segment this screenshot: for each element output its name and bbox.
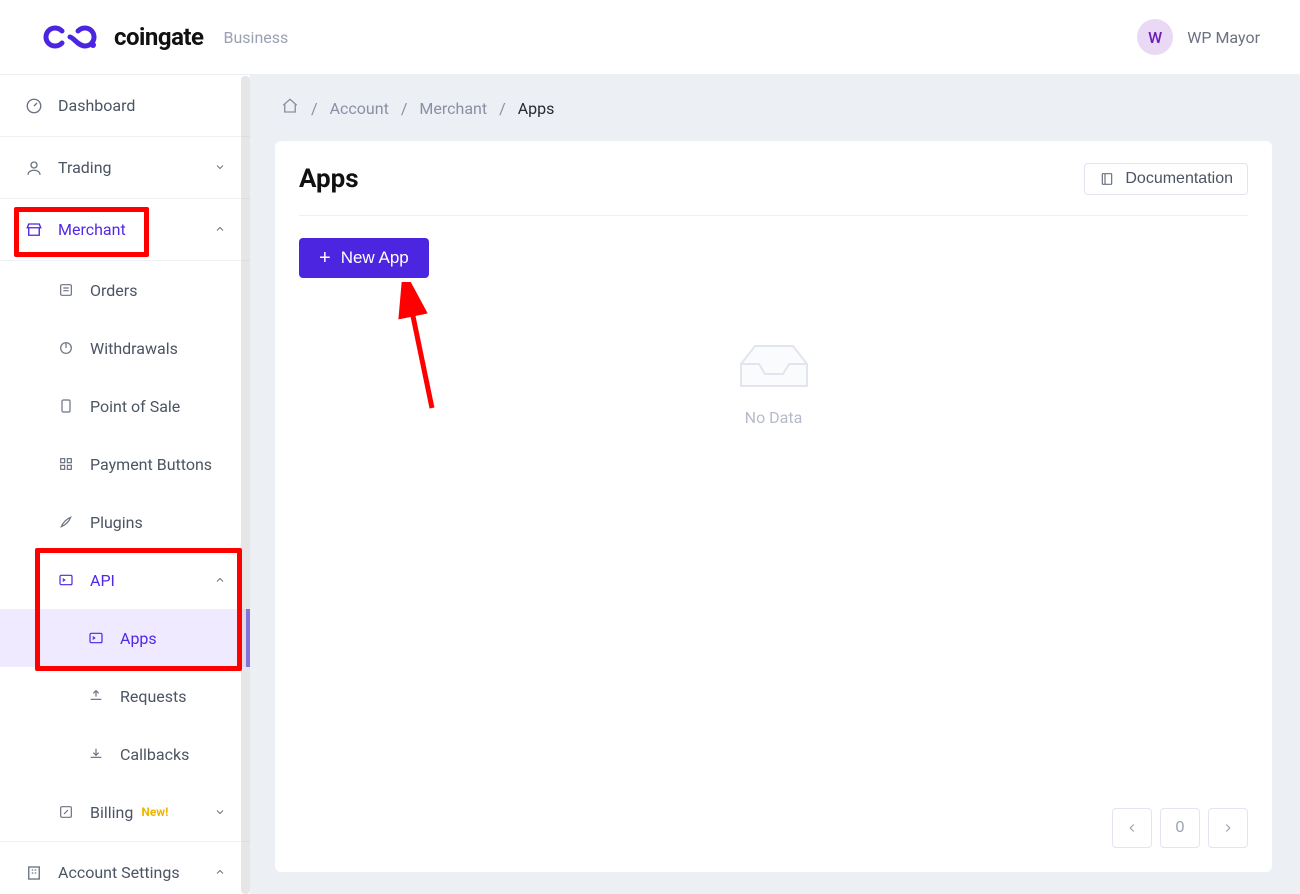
upload-icon xyxy=(86,686,106,706)
sidebar-item-api-apps[interactable]: Apps xyxy=(0,609,250,667)
chevron-up-icon xyxy=(214,571,226,590)
panel-apps: Apps Documentation + New App No Data xyxy=(275,141,1272,872)
sidebar-item-account-settings[interactable]: Account Settings xyxy=(0,841,250,894)
new-app-button[interactable]: + New App xyxy=(299,238,429,278)
panel-header: Apps Documentation xyxy=(299,163,1248,216)
pager-next-button[interactable] xyxy=(1208,808,1248,848)
new-badge: New! xyxy=(141,805,168,819)
terminal-icon xyxy=(86,628,106,648)
documentation-button[interactable]: Documentation xyxy=(1084,163,1248,195)
home-icon xyxy=(281,97,299,115)
content-area: / Account / Merchant / Apps Apps Documen… xyxy=(251,75,1300,894)
download-icon xyxy=(86,744,106,764)
list-icon xyxy=(56,280,76,300)
sidebar-item-api-requests[interactable]: Requests xyxy=(0,667,250,725)
chevron-left-icon xyxy=(1125,821,1139,835)
sidebar-item-api[interactable]: API xyxy=(0,551,250,609)
sidebar-item-label: API xyxy=(90,571,115,590)
rocket-icon xyxy=(56,512,76,532)
plus-icon: + xyxy=(319,248,331,268)
grid-icon xyxy=(56,454,76,474)
gauge-icon xyxy=(24,96,44,116)
breadcrumb-home[interactable] xyxy=(281,97,299,119)
store-icon xyxy=(24,220,44,240)
brand: coingate Business xyxy=(40,22,288,52)
page-title: Apps xyxy=(299,164,359,194)
breadcrumb: / Account / Merchant / Apps xyxy=(275,97,1272,119)
brand-logo xyxy=(40,22,100,52)
sidebar-item-label: Payment Buttons xyxy=(90,455,212,474)
breadcrumb-separator: / xyxy=(311,99,318,118)
user-menu[interactable]: W WP Mayor xyxy=(1137,19,1260,55)
sidebar-item-label: Callbacks xyxy=(120,745,189,764)
chevron-up-icon xyxy=(214,863,226,882)
sidebar-item-plugins[interactable]: Plugins xyxy=(0,493,250,551)
sidebar-item-label: Trading xyxy=(58,158,112,177)
chevron-up-icon xyxy=(214,220,226,239)
sidebar-item-trading[interactable]: Trading xyxy=(0,137,250,199)
documentation-button-label: Documentation xyxy=(1125,170,1233,188)
pagination: 0 xyxy=(1112,808,1248,848)
sidebar: Dashboard Trading M xyxy=(0,75,251,894)
brand-wordmark: coingate xyxy=(114,23,204,51)
sidebar-item-merchant[interactable]: Merchant xyxy=(0,199,250,261)
breadcrumb-current: Apps xyxy=(518,99,555,118)
inbox-icon xyxy=(735,340,813,394)
new-app-button-label: New App xyxy=(341,248,409,268)
sidebar-item-label: Merchant xyxy=(58,220,126,239)
breadcrumb-separator: / xyxy=(499,99,506,118)
sidebar-item-label: Orders xyxy=(90,281,137,300)
sidebar-item-label: Plugins xyxy=(90,513,143,532)
topbar: coingate Business W WP Mayor xyxy=(0,0,1300,75)
breadcrumb-merchant[interactable]: Merchant xyxy=(419,99,487,118)
brand-sublabel: Business xyxy=(224,28,289,47)
sidebar-item-label: Apps xyxy=(120,629,157,648)
shell: Dashboard Trading M xyxy=(0,75,1300,894)
empty-state: No Data xyxy=(299,278,1248,488)
tablet-icon xyxy=(56,396,76,416)
pager-prev-button[interactable] xyxy=(1112,808,1152,848)
sidebar-item-label: Requests xyxy=(120,687,187,706)
book-icon xyxy=(1099,171,1115,187)
sidebar-item-dashboard[interactable]: Dashboard xyxy=(0,75,250,137)
avatar: W xyxy=(1137,19,1173,55)
coingate-logo-icon xyxy=(40,22,100,52)
chevron-down-icon xyxy=(214,158,226,177)
user-icon xyxy=(24,158,44,178)
sidebar-item-label: Dashboard xyxy=(58,96,135,115)
empty-state-label: No Data xyxy=(745,408,803,427)
sidebar-item-label: Account Settings xyxy=(58,863,180,882)
building-icon xyxy=(24,863,44,883)
sidebar-item-pos[interactable]: Point of Sale xyxy=(0,377,250,435)
chevron-down-icon xyxy=(214,803,226,822)
chevron-right-icon xyxy=(1221,821,1235,835)
sidebar-item-orders[interactable]: Orders xyxy=(0,261,250,319)
sidebar-item-withdrawals[interactable]: Withdrawals xyxy=(0,319,250,377)
sidebar-item-label: Billing xyxy=(90,803,133,822)
breadcrumb-separator: / xyxy=(401,99,408,118)
breadcrumb-account[interactable]: Account xyxy=(330,99,389,118)
sidebar-item-label: Point of Sale xyxy=(90,397,180,416)
sidebar-scroll[interactable]: Dashboard Trading M xyxy=(0,75,250,894)
sidebar-item-label: Withdrawals xyxy=(90,339,178,358)
sidebar-item-billing[interactable]: Billing New! xyxy=(0,783,250,841)
sidebar-item-api-callbacks[interactable]: Callbacks xyxy=(0,725,250,783)
username-label: WP Mayor xyxy=(1187,28,1260,47)
sidebar-item-payment-buttons[interactable]: Payment Buttons xyxy=(0,435,250,493)
pager-current[interactable]: 0 xyxy=(1160,808,1200,848)
power-icon xyxy=(56,338,76,358)
edit-icon xyxy=(56,802,76,822)
terminal-icon xyxy=(56,570,76,590)
